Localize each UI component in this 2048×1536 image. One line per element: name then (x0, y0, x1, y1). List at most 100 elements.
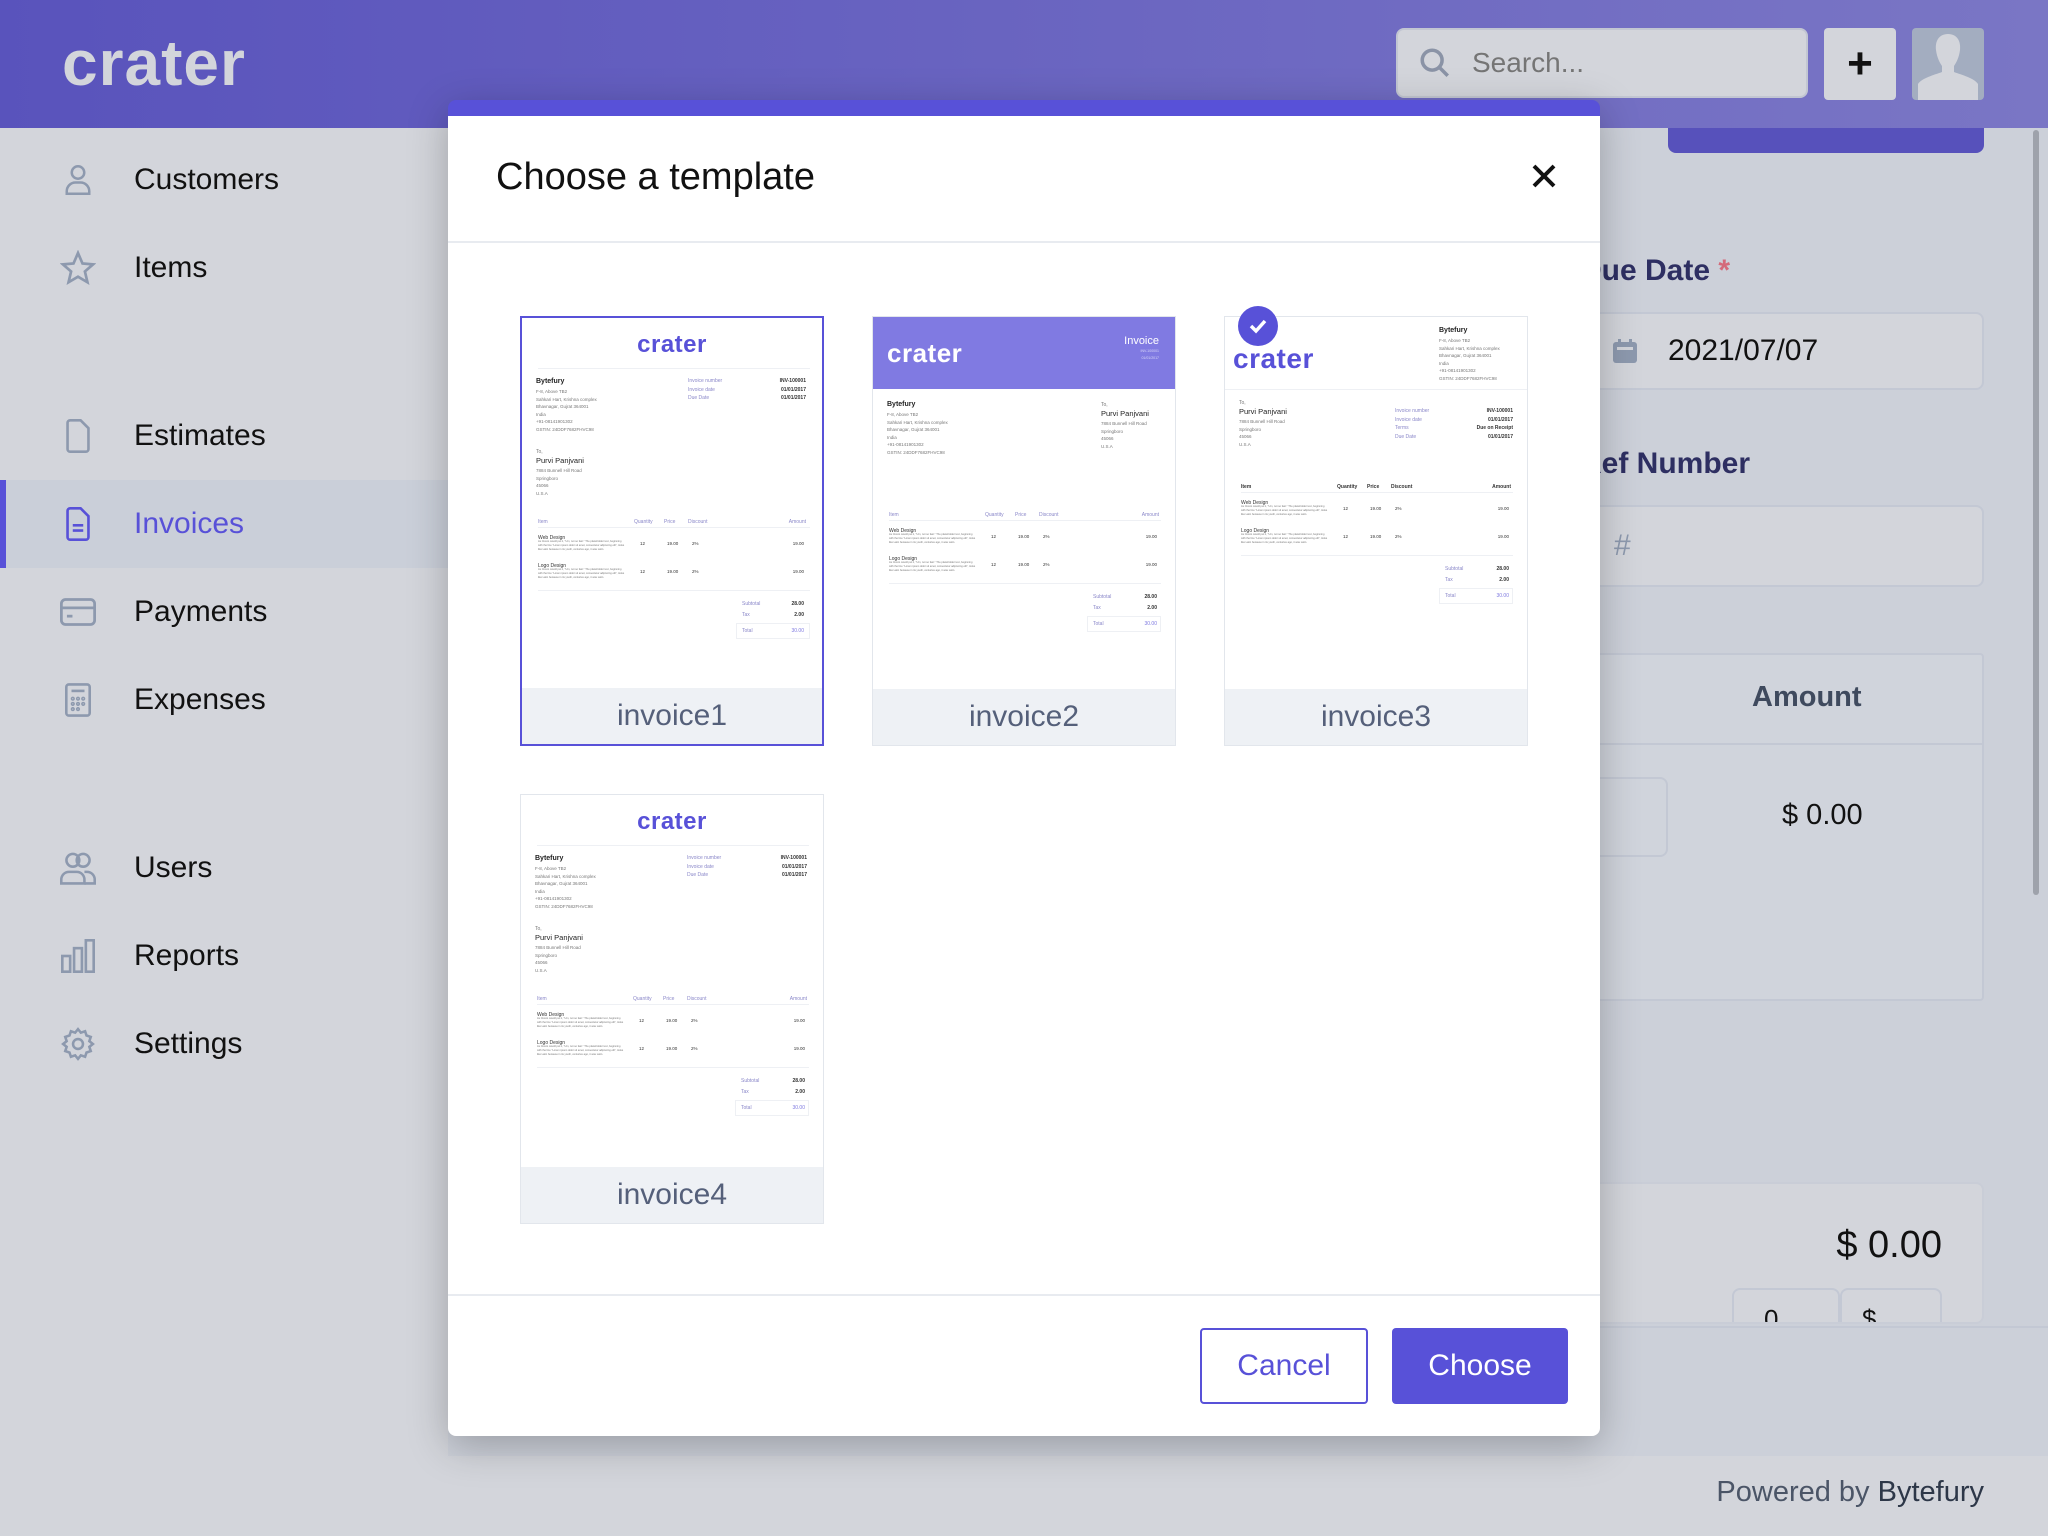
sidebar-item-settings[interactable]: Settings (0, 1000, 448, 1088)
preview-item-qty: 12 (640, 569, 646, 574)
preview-column-header: Quantity (633, 996, 652, 1002)
due-date-input[interactable]: 2021/07/07 (1580, 312, 1984, 390)
preview-meta-value: Due on Receipt (1476, 425, 1513, 431)
sidebar-item-reports[interactable]: Reports (0, 912, 448, 1000)
add-new-button[interactable]: + (1824, 28, 1896, 100)
preview-company-address: +91-08141901302 (535, 896, 572, 901)
total-box: $ 0.00 0 $ (1580, 1182, 1984, 1324)
preview-item-qty: 12 (991, 562, 997, 567)
preview-subtotal: 28.00 (792, 1078, 805, 1084)
search-box[interactable] (1396, 28, 1808, 98)
preview-item-amount: 19.00 (1497, 534, 1509, 539)
cancel-button[interactable]: Cancel (1200, 1328, 1368, 1404)
sidebar-item-estimates[interactable]: Estimates (0, 392, 448, 480)
search-input[interactable] (1472, 47, 1772, 79)
preview-item-qty: 12 (639, 1018, 645, 1023)
preview-tax-label: Tax (1445, 577, 1453, 583)
preview-customer-address: 7884 Bunnell Hill Road (1101, 421, 1147, 426)
sidebar-item-label: Payments (134, 595, 268, 628)
preview-divider (538, 368, 810, 369)
sidebar: Customers Items Estimates Invoices Payme… (0, 128, 448, 1536)
preview-company-address: GSTIN: 24DDF7682FHVC98 (536, 426, 594, 432)
sidebar-item-customers[interactable]: Customers (0, 136, 448, 224)
preview-company-address: India (536, 411, 546, 417)
preview-item-qty: 12 (1343, 506, 1349, 511)
template-card-invoice4[interactable]: crater Bytefury F-8, Above TB2 Sahkari Hart… (520, 794, 824, 1224)
preview-company-address: +91-08141901302 (887, 442, 924, 447)
template-preview: crater Invoice INV-100001 01/01/2017 Bytefur… (873, 317, 1175, 689)
preview-item-desc: like Latin because in its youth, centuri… (889, 541, 956, 544)
sidebar-item-label: Users (134, 851, 213, 884)
sidebar-item-users[interactable]: Users (0, 824, 448, 912)
preview-item-desc: like Latin because in its youth, centuri… (537, 1025, 604, 1028)
sidebar-item-invoices[interactable]: Invoices (0, 480, 448, 568)
template-card-invoice2[interactable]: crater Invoice INV-100001 01/01/2017 Bytefur… (872, 316, 1176, 746)
preview-item-price: 19.00 (1370, 534, 1382, 539)
preview-column-header: Discount (1039, 512, 1059, 518)
preview-company-address: Bhavnagar, Gujrat 364001 (887, 427, 940, 432)
total-amount: $ 0.00 (1836, 1224, 1942, 1266)
user-avatar[interactable] (1912, 28, 1984, 100)
preview-total-label: Total (1093, 621, 1104, 627)
preview-item-discount: 2% (1395, 534, 1402, 539)
credit-card-icon (60, 594, 96, 630)
chart-bar-icon (60, 938, 96, 974)
preview-divider (538, 527, 810, 528)
modal-title: Choose a template (496, 156, 815, 198)
plus-icon: + (1847, 39, 1873, 88)
powered-by: Powered by Bytefury (1716, 1476, 1984, 1508)
sidebar-item-payments[interactable]: Payments (0, 568, 448, 656)
preview-item-discount: 2% (1395, 506, 1402, 511)
preview-item-amount: 19.00 (792, 569, 804, 574)
discount-type-select[interactable]: $ (1840, 1288, 1942, 1322)
preview-item-amount: 19.00 (1145, 534, 1157, 539)
sidebar-item-items[interactable]: Items (0, 224, 448, 312)
preview-column-header: Item (1241, 484, 1252, 490)
preview-tax-label: Tax (1093, 605, 1101, 611)
preview-item-price: 19.00 (667, 569, 679, 574)
close-button[interactable] (1524, 156, 1564, 196)
preview-meta-label: Invoice number (688, 378, 723, 384)
preview-column-header: Quantity (1337, 484, 1358, 490)
sidebar-item-expenses[interactable]: Expenses (0, 656, 448, 744)
scrollbar[interactable] (2033, 130, 2039, 895)
crater-logo[interactable]: crater (62, 26, 246, 100)
preview-company-address: F-8, Above TB2 (887, 412, 919, 417)
discount-input[interactable]: 0 (1732, 1288, 1840, 1322)
preview-meta-value: 01/01/2017 (780, 386, 806, 393)
preview-column-header: Price (664, 519, 676, 525)
preview-meta-label: Due Date (1395, 433, 1417, 440)
items-table: Amount $ 0.00 (1580, 653, 1984, 1001)
preview-subtotal-label: Subtotal (742, 601, 761, 607)
hash-icon: # (1614, 529, 1631, 562)
preview-divider (1225, 389, 1527, 390)
preview-divider (1241, 555, 1513, 556)
preview-item-qty: 12 (639, 1046, 645, 1051)
template-name: invoice4 (521, 1167, 823, 1223)
preview-item-price: 19.00 (1370, 506, 1382, 511)
template-card-invoice3[interactable]: crater Bytefury F-8, Above TB2 Sahkari Hart… (1224, 316, 1528, 746)
preview-total: 30.00 (791, 628, 804, 634)
preview-company-address: India (535, 888, 545, 894)
preview-customer-address: U.S.A (536, 490, 548, 496)
preview-item-amount: 19.00 (793, 1018, 805, 1023)
preview-item-discount: 2% (1043, 562, 1050, 567)
document-text-icon (60, 506, 96, 542)
preview-company-address: GSTIN: 24DDF7682FHVC98 (535, 903, 593, 909)
preview-divider (537, 845, 809, 846)
preview-customer: Purvi Panjvani (1239, 407, 1287, 416)
preview-company: Bytefury (887, 401, 916, 408)
save-invoice-button[interactable] (1668, 128, 1984, 153)
sidebar-item-label: Customers (134, 163, 280, 196)
preview-column-header: Amount (789, 996, 807, 1002)
preview-divider (889, 583, 1161, 584)
preview-company-address: +91-08141901302 (1439, 368, 1476, 373)
preview-logo: crater (887, 338, 963, 368)
ref-number-input[interactable]: # (1580, 505, 1984, 587)
preview-item-price: 19.00 (1018, 562, 1030, 567)
preview-logo: crater (637, 808, 707, 835)
choose-button[interactable]: Choose (1392, 1328, 1568, 1404)
template-card-invoice1[interactable]: crater Bytefury F-8, Above TB2 Sahkari Hart… (520, 316, 824, 746)
preview-meta-value: INV-100001 (780, 855, 807, 861)
modal-footer-divider (448, 1294, 1600, 1296)
